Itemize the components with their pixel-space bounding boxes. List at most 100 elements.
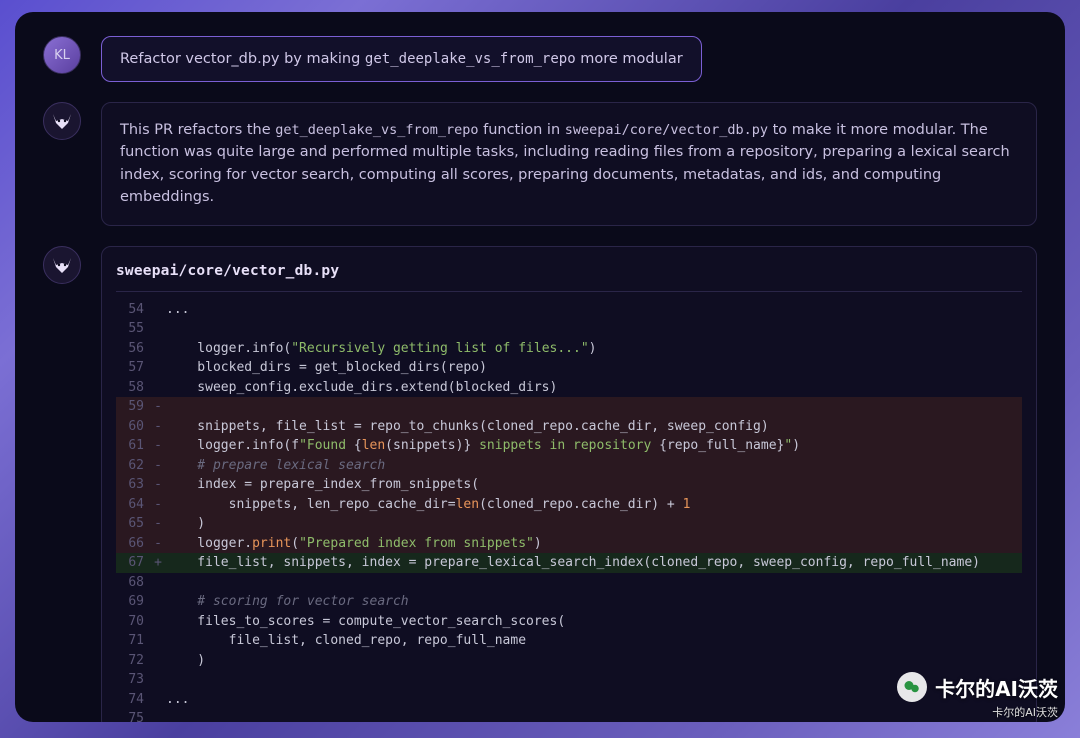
diff-marker [150,300,166,320]
line-number: 62 [116,456,150,476]
line-number: 58 [116,378,150,398]
diff-marker: - [150,514,166,534]
line-number: 75 [116,709,150,722]
chat-panel: KL Refactor vector_db.py by making get_d… [15,12,1065,722]
diff-marker: - [150,436,166,456]
code-content: ) [166,514,1022,534]
code-content [166,319,1022,339]
diff-line: 71 file_list, cloned_repo, repo_full_nam… [116,631,1022,651]
prompt-text-post: more modular [576,51,683,67]
bot-avatar [43,246,81,284]
diff-marker: - [150,456,166,476]
bot-diff-row: sweepai/core/vector_db.py 54...5556 logg… [43,246,1037,722]
line-number: 72 [116,651,150,671]
code-content: snippets, len_repo_cache_dir=len(cloned_… [166,495,1022,515]
diff-line: 61- logger.info(f"Found {len(snippets)} … [116,436,1022,456]
line-number: 54 [116,300,150,320]
diff-line: 54... [116,300,1022,320]
diff-marker [150,573,166,593]
bot-reply-row: This PR refactors the get_deeplake_vs_fr… [43,102,1037,226]
line-number: 71 [116,631,150,651]
diff-marker: - [150,475,166,495]
code-content: logger.info(f"Found {len(snippets)} snip… [166,436,1022,456]
diff-line: 57 blocked_dirs = get_blocked_dirs(repo) [116,358,1022,378]
diff-line: 64- snippets, len_repo_cache_dir=len(clo… [116,495,1022,515]
line-number: 64 [116,495,150,515]
diff-marker [150,631,166,651]
diff-line: 59- [116,397,1022,417]
code-content: sweep_config.exclude_dirs.extend(blocked… [166,378,1022,398]
code-content [166,397,1022,417]
diff-line: 75 [116,709,1022,722]
code-content [166,709,1022,722]
line-number: 56 [116,339,150,359]
line-number: 55 [116,319,150,339]
code-content: file_list, snippets, index = prepare_lex… [166,553,1022,573]
diff-line: 56 logger.info("Recursively getting list… [116,339,1022,359]
code-content: ) [166,651,1022,671]
diff-line: 68 [116,573,1022,593]
diff-line: 70 files_to_scores = compute_vector_sear… [116,612,1022,632]
diff-marker [150,592,166,612]
diff-code-block[interactable]: 54...5556 logger.info("Recursively getti… [116,300,1022,722]
diff-line: 73 [116,670,1022,690]
diff-line: 69 # scoring for vector search [116,592,1022,612]
user-avatar: KL [43,36,81,74]
code-content: blocked_dirs = get_blocked_dirs(repo) [166,358,1022,378]
sweep-fox-icon [50,109,74,133]
diff-marker: - [150,534,166,554]
line-number: 61 [116,436,150,456]
diff-marker: - [150,495,166,515]
bot-reply: This PR refactors the get_deeplake_vs_fr… [101,102,1037,226]
code-content [166,573,1022,593]
diff-line: 74... [116,690,1022,710]
bot-avatar [43,102,81,140]
diff-line: 72 ) [116,651,1022,671]
diff-marker [150,339,166,359]
code-content: ... [166,690,1022,710]
line-number: 67 [116,553,150,573]
reply-seg: function in [478,122,564,138]
diff-line: 60- snippets, file_list = repo_to_chunks… [116,417,1022,437]
prompt-code: get_deeplake_vs_from_repo [365,51,576,67]
reply-code: get_deeplake_vs_from_repo [275,122,478,138]
code-content: snippets, file_list = repo_to_chunks(clo… [166,417,1022,437]
line-number: 66 [116,534,150,554]
diff-line: 63- index = prepare_index_from_snippets( [116,475,1022,495]
code-content: ... [166,300,1022,320]
line-number: 57 [116,358,150,378]
user-initials: KL [54,48,70,63]
diff-card: sweepai/core/vector_db.py 54...5556 logg… [101,246,1037,722]
diff-marker [150,319,166,339]
user-message-row: KL Refactor vector_db.py by making get_d… [43,36,1037,82]
diff-marker [150,651,166,671]
line-number: 69 [116,592,150,612]
diff-marker [150,709,166,722]
code-content [166,670,1022,690]
diff-marker [150,690,166,710]
diff-file-path: sweepai/core/vector_db.py [116,263,1022,292]
reply-seg: This PR refactors the [120,122,275,138]
sweep-fox-icon [50,253,74,277]
line-number: 70 [116,612,150,632]
diff-line: 66- logger.print("Prepared index from sn… [116,534,1022,554]
code-content: # scoring for vector search [166,592,1022,612]
diff-line: 62- # prepare lexical search [116,456,1022,476]
line-number: 74 [116,690,150,710]
line-number: 63 [116,475,150,495]
user-prompt[interactable]: Refactor vector_db.py by making get_deep… [101,36,702,82]
code-content: logger.info("Recursively getting list of… [166,339,1022,359]
code-content: index = prepare_index_from_snippets( [166,475,1022,495]
reply-code: sweepai/core/vector_db.py [565,122,768,138]
diff-marker: - [150,397,166,417]
diff-marker [150,358,166,378]
code-content: # prepare lexical search [166,456,1022,476]
line-number: 73 [116,670,150,690]
line-number: 68 [116,573,150,593]
code-content: files_to_scores = compute_vector_search_… [166,612,1022,632]
diff-line: 67+ file_list, snippets, index = prepare… [116,553,1022,573]
diff-line: 65- ) [116,514,1022,534]
diff-marker [150,612,166,632]
code-content: logger.print("Prepared index from snippe… [166,534,1022,554]
diff-line: 55 [116,319,1022,339]
